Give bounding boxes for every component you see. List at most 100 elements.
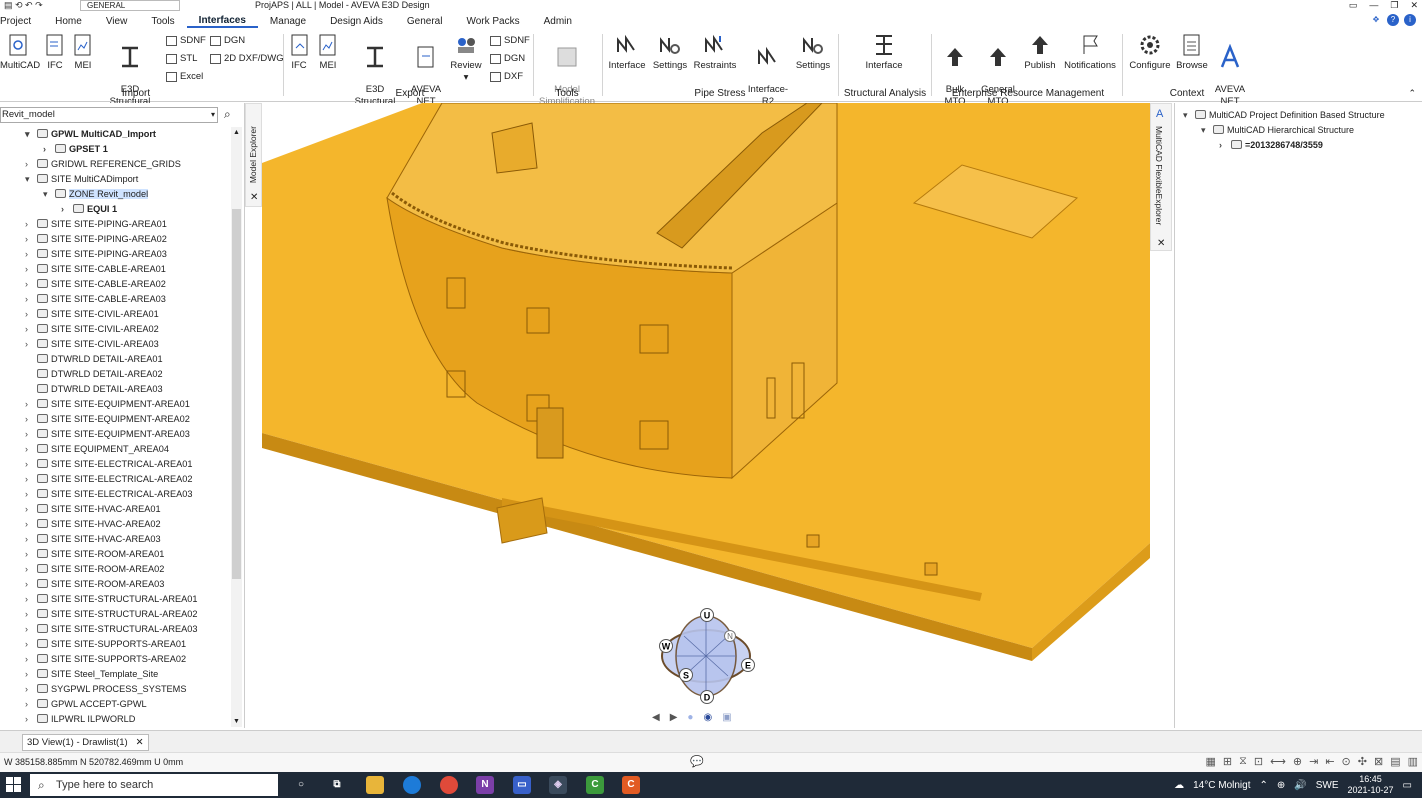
- tree-row[interactable]: › SITE SITE-ROOM-AREA01: [25, 547, 164, 562]
- tree-row[interactable]: › SITE SITE-ROOM-AREA02: [25, 562, 164, 577]
- tree-row[interactable]: DTWRLD DETAIL-AREA03: [25, 382, 163, 397]
- tree-row[interactable]: › SITE SITE-HVAC-AREA01: [25, 502, 161, 517]
- view-cube[interactable]: U N W E S D: [650, 606, 762, 704]
- file-explorer-icon[interactable]: [366, 776, 384, 794]
- tree-row[interactable]: › SITE SITE-EQUIPMENT-AREA01: [25, 397, 190, 412]
- help-icon[interactable]: ?: [1387, 14, 1399, 26]
- chevron-right-icon[interactable]: ›: [1219, 138, 1231, 153]
- tree-row[interactable]: DTWRLD DETAIL-AREA01: [25, 352, 163, 367]
- tree-row[interactable]: ▾ GPWL MultiCAD_Import: [25, 127, 156, 142]
- ifc-export-button[interactable]: IFC: [287, 32, 311, 72]
- review-export-button[interactable]: Review ▾: [450, 32, 482, 84]
- chevron-down-icon[interactable]: ▾: [25, 172, 37, 187]
- weather-icon[interactable]: ☁: [1174, 780, 1184, 791]
- mei-import-button[interactable]: MEI: [70, 32, 96, 72]
- minimize-button[interactable]: —: [1369, 0, 1378, 11]
- tree-row[interactable]: › SITE SITE-EQUIPMENT-AREA03: [25, 427, 190, 442]
- chevron-right-icon[interactable]: ›: [25, 217, 37, 232]
- tree-row[interactable]: › SITE SITE-PIPING-AREA02: [25, 232, 167, 247]
- chevron-down-icon[interactable]: ▾: [43, 187, 55, 202]
- chevron-down-icon[interactable]: ▾: [211, 108, 215, 122]
- chevron-right-icon[interactable]: ›: [25, 547, 37, 562]
- settings-icon[interactable]: ▥: [1408, 755, 1418, 768]
- windows-start-icon[interactable]: [6, 777, 22, 793]
- tab-view[interactable]: View: [94, 16, 140, 27]
- chevron-right-icon[interactable]: ›: [25, 322, 37, 337]
- tree-row[interactable]: › SITE SITE-HVAC-AREA02: [25, 517, 161, 532]
- section-icon[interactable]: ⇥: [1309, 755, 1318, 768]
- edge-icon[interactable]: [403, 776, 421, 794]
- tree-row[interactable]: › SITE SITE-PIPING-AREA03: [25, 247, 167, 262]
- task-view-icon[interactable]: ⧉: [328, 776, 346, 794]
- info-icon[interactable]: i: [1404, 14, 1416, 26]
- pipe-stress-settings-button[interactable]: Settings: [650, 32, 690, 72]
- tree-row[interactable]: › GPSET 1: [43, 142, 108, 157]
- onenote-icon[interactable]: N: [476, 776, 494, 794]
- restore-ribbon-button[interactable]: ▭: [1349, 0, 1358, 11]
- notification-icon[interactable]: ▭: [1403, 780, 1412, 791]
- pin-icon[interactable]: ✥: [1370, 14, 1382, 26]
- model-explorer-tab[interactable]: Model Explorer ✕: [245, 103, 262, 207]
- tree-row[interactable]: › EQUI 1: [61, 202, 117, 217]
- view-dot-icon[interactable]: ●: [687, 712, 693, 723]
- chevron-right-icon[interactable]: ›: [25, 457, 37, 472]
- chevron-right-icon[interactable]: ›: [25, 622, 37, 637]
- message-icon[interactable]: 💬: [690, 755, 704, 768]
- close-icon[interactable]: ✕: [250, 192, 258, 203]
- window-layout-icon[interactable]: ▤: [1390, 755, 1400, 768]
- chevron-right-icon[interactable]: ›: [25, 442, 37, 457]
- close-icon[interactable]: ✕: [1157, 238, 1165, 249]
- tab-work-packs[interactable]: Work Packs: [454, 16, 531, 27]
- tree-row[interactable]: › SITE SITE-CABLE-AREA01: [25, 262, 166, 277]
- chevron-right-icon[interactable]: ›: [25, 637, 37, 652]
- pipe-stress-settings2-button[interactable]: Settings: [793, 32, 833, 72]
- scroll-up-icon[interactable]: ▲: [233, 129, 240, 136]
- tree-scrollbar[interactable]: ▲ ▼: [231, 127, 242, 727]
- interface-r2-button[interactable]: Interface- R2: [746, 32, 790, 108]
- tab-design-aids[interactable]: Design Aids: [318, 16, 395, 27]
- chevron-right-icon[interactable]: ›: [25, 307, 37, 322]
- restraints-button[interactable]: Restraints: [693, 32, 737, 72]
- tree-row[interactable]: ▾ ZONE Revit_model: [43, 187, 149, 202]
- filter-icon[interactable]: ⧖: [1239, 755, 1247, 768]
- chevron-right-icon[interactable]: ›: [25, 562, 37, 577]
- chevron-right-icon[interactable]: ›: [25, 262, 37, 277]
- search-icon[interactable]: ⌕: [224, 107, 238, 123]
- tab-admin[interactable]: Admin: [532, 16, 584, 27]
- tree-row[interactable]: ▾ MultiCAD Project Definition Based Struc…: [1183, 108, 1385, 123]
- tree-row[interactable]: › SITE SITE-CIVIL-AREA01: [25, 307, 159, 322]
- tab-general[interactable]: General: [395, 16, 455, 27]
- chevron-right-icon[interactable]: ›: [25, 292, 37, 307]
- chevron-right-icon[interactable]: ›: [25, 532, 37, 547]
- configure-button[interactable]: Configure: [1128, 32, 1172, 72]
- tab-manage[interactable]: Manage: [258, 16, 318, 27]
- chevron-right-icon[interactable]: ›: [25, 682, 37, 697]
- measure-icon[interactable]: ⊞: [1223, 755, 1232, 768]
- tree-row[interactable]: › SITE SITE-STRUCTURAL-AREA02: [25, 607, 198, 622]
- chevron-right-icon[interactable]: ›: [25, 472, 37, 487]
- collapse-ribbon-icon[interactable]: ⌃: [1408, 88, 1416, 99]
- dxf-dwg-import-button[interactable]: 2D DXF/DWG: [210, 53, 284, 64]
- chrome-icon[interactable]: [440, 776, 458, 794]
- chevron-right-icon[interactable]: ›: [25, 667, 37, 682]
- orbit-icon[interactable]: ◉: [703, 712, 712, 723]
- structural-analysis-interface-button[interactable]: Interface: [860, 32, 908, 72]
- weather-text[interactable]: 14°C Molnigt: [1193, 780, 1250, 791]
- next-view-icon[interactable]: ▶: [670, 712, 678, 723]
- explorer-search-input[interactable]: Revit_model ▾: [0, 107, 218, 123]
- multicad-import-button[interactable]: MultiCAD: [0, 32, 40, 72]
- clock[interactable]: 16:45 2021-10-27: [1348, 774, 1394, 796]
- chevron-right-icon[interactable]: ›: [25, 487, 37, 502]
- tree-row[interactable]: › GRIDWL REFERENCE_GRIDS: [25, 157, 181, 172]
- video-app-icon[interactable]: ▭: [513, 776, 531, 794]
- chevron-right-icon[interactable]: ›: [25, 592, 37, 607]
- close-icon[interactable]: ✕: [136, 737, 144, 748]
- quick-access-icons[interactable]: ▤ ⟲ ↶ ↷: [4, 0, 43, 11]
- chevron-right-icon[interactable]: ›: [25, 427, 37, 442]
- grid-icon[interactable]: ⊕: [1293, 755, 1302, 768]
- chevron-right-icon[interactable]: ›: [25, 502, 37, 517]
- excel-import-button[interactable]: Excel: [166, 71, 203, 82]
- chevron-right-icon[interactable]: ›: [25, 577, 37, 592]
- previous-view-icon[interactable]: ◀: [652, 712, 660, 723]
- orange-app-icon[interactable]: C: [622, 776, 640, 794]
